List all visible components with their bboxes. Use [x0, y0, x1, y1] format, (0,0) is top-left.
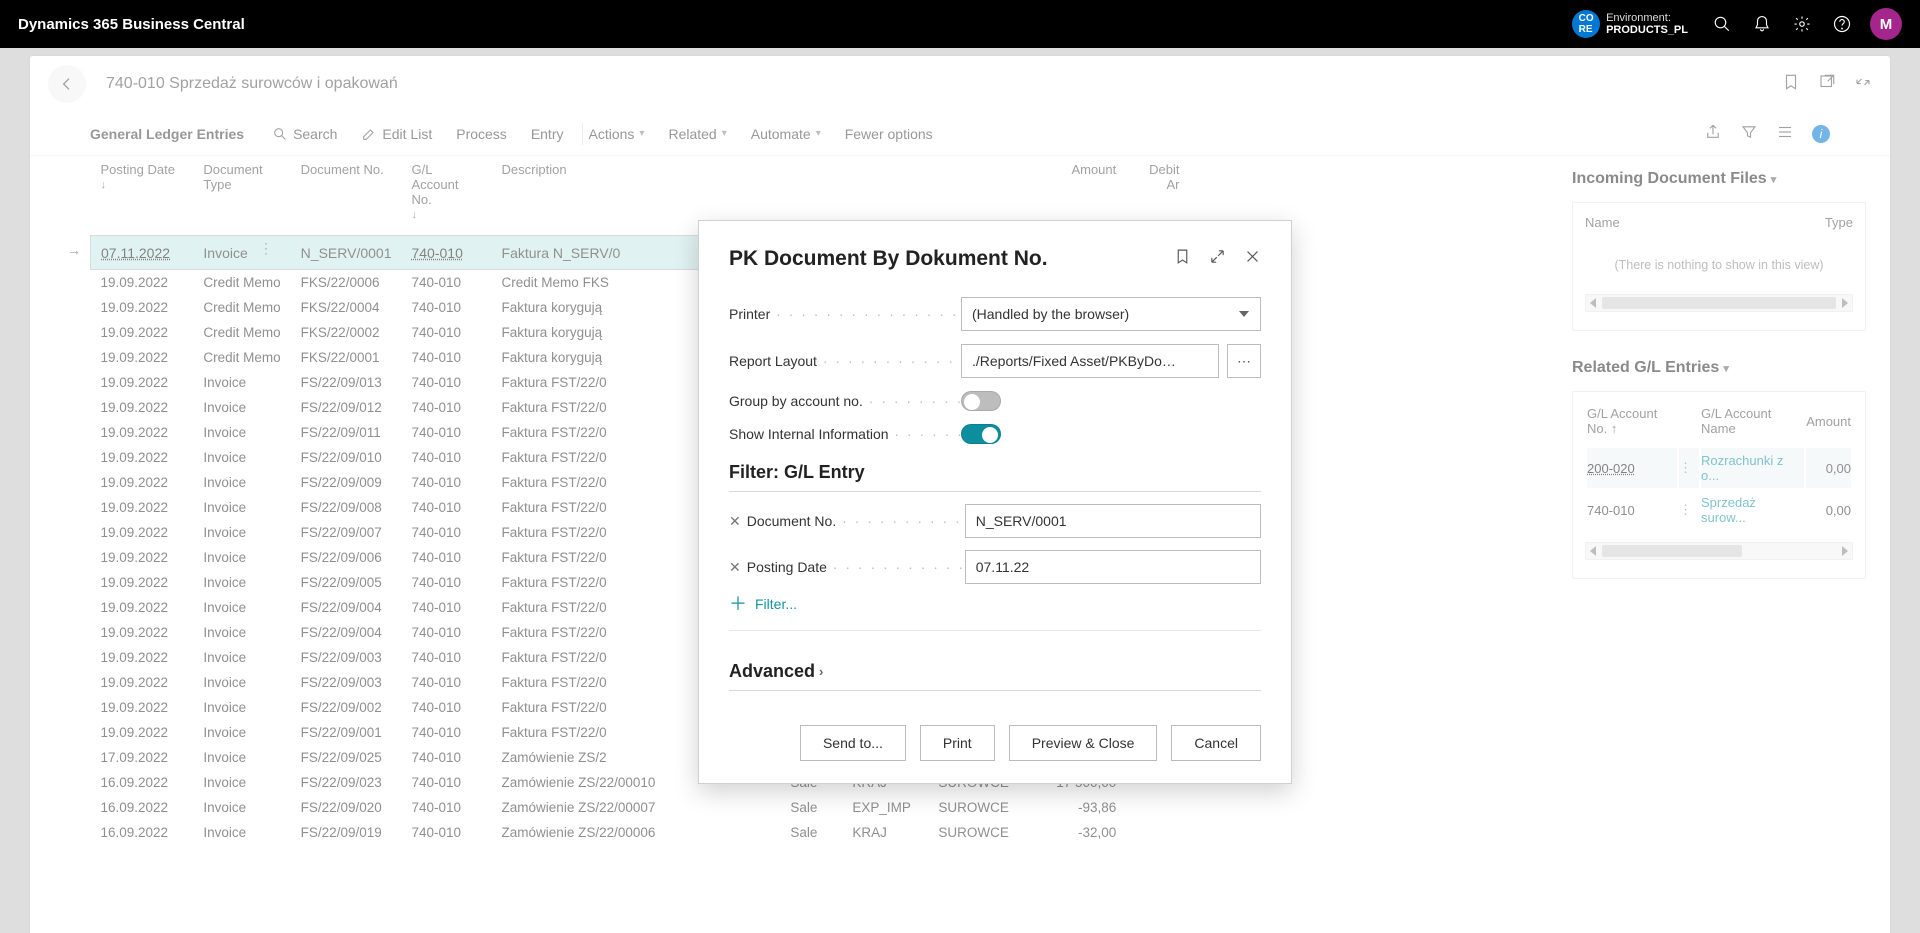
printer-label: Printer [729, 306, 961, 322]
global-header: Dynamics 365 Business Central CORE Envir… [0, 0, 1920, 48]
help-icon[interactable] [1822, 0, 1862, 48]
environment-text: Environment: PRODUCTS_PL [1606, 12, 1688, 36]
search-icon[interactable] [1702, 0, 1742, 48]
group-by-account-toggle[interactable] [961, 391, 1001, 411]
layout-field[interactable]: ./Reports/Fixed Asset/PKByDocumentNo/... [961, 344, 1219, 378]
advanced-section[interactable]: Advanced› [729, 661, 1261, 691]
add-filter-button[interactable]: ＋Filter... [729, 596, 1261, 612]
filter-section-title: Filter: G/L Entry [729, 462, 1261, 492]
report-request-dialog: PK Document By Dokument No. Printer (Han… [698, 220, 1292, 784]
filter-document-no[interactable] [965, 504, 1261, 538]
filter-posting-date[interactable] [965, 550, 1261, 584]
product-name: Dynamics 365 Business Central [18, 16, 1572, 33]
remove-filter-docno[interactable]: ✕ [729, 513, 741, 530]
preview-close-button[interactable]: Preview & Close [1009, 725, 1158, 761]
group-label: Group by account no. [729, 393, 961, 409]
layout-lookup-button[interactable]: ⋯ [1227, 344, 1261, 378]
show-internal-toggle[interactable] [961, 424, 1001, 444]
expand-icon[interactable] [1191, 248, 1226, 270]
cancel-button[interactable]: Cancel [1171, 725, 1261, 761]
printer-select[interactable]: (Handled by the browser) [961, 297, 1261, 331]
remove-filter-posting[interactable]: ✕ [729, 559, 741, 576]
user-avatar[interactable]: M [1870, 8, 1902, 40]
environment-badge-icon: CORE [1572, 10, 1600, 38]
settings-icon[interactable] [1782, 0, 1822, 48]
send-to-button[interactable]: Send to... [800, 725, 906, 761]
internal-label: Show Internal Information [729, 426, 961, 442]
notifications-icon[interactable] [1742, 0, 1782, 48]
close-icon[interactable] [1226, 248, 1261, 270]
print-button[interactable]: Print [920, 725, 995, 761]
dialog-title: PK Document By Dokument No. [729, 247, 1156, 271]
bookmark-icon[interactable] [1156, 248, 1191, 270]
layout-label: Report Layout [729, 353, 961, 369]
